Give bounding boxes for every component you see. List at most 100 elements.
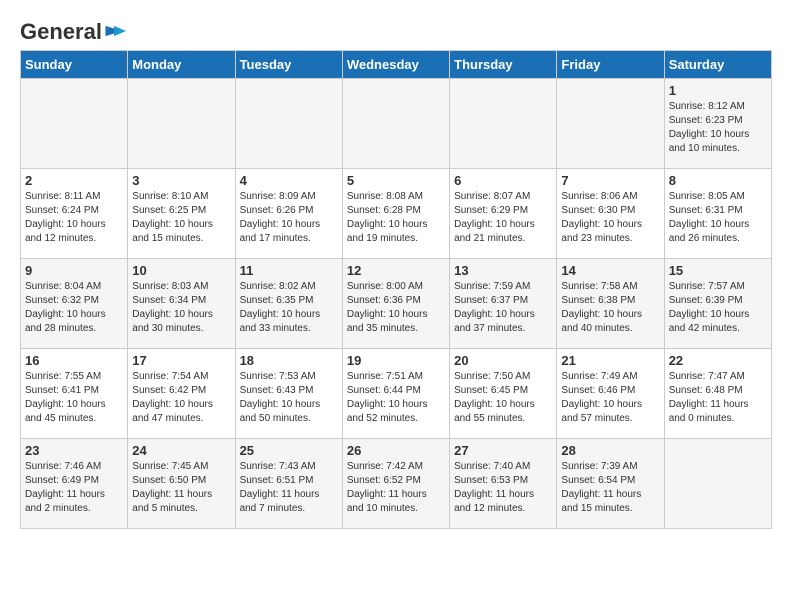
day-info: Sunrise: 7:43 AM Sunset: 6:51 PM Dayligh…	[240, 460, 338, 516]
calendar-week-row: 9 Sunrise: 8:04 AM Sunset: 6:32 PM Daylig…	[21, 259, 772, 349]
day-number: 19	[347, 353, 445, 368]
day-number: 14	[561, 263, 659, 278]
weekday-header: Thursday	[450, 51, 557, 79]
day-number: 11	[240, 263, 338, 278]
day-number: 25	[240, 443, 338, 458]
calendar-day-cell: 27 Sunrise: 7:40 AM Sunset: 6:53 PM Dayli…	[450, 439, 557, 529]
weekday-header: Sunday	[21, 51, 128, 79]
day-number: 23	[25, 443, 123, 458]
day-info: Sunrise: 7:42 AM Sunset: 6:52 PM Dayligh…	[347, 460, 445, 516]
calendar-day-cell: 21 Sunrise: 7:49 AM Sunset: 6:46 PM Dayli…	[557, 349, 664, 439]
calendar-day-cell: 25 Sunrise: 7:43 AM Sunset: 6:51 PM Dayli…	[235, 439, 342, 529]
calendar-day-cell: 8 Sunrise: 8:05 AM Sunset: 6:31 PM Daylig…	[664, 169, 771, 259]
calendar-day-cell: 12 Sunrise: 8:00 AM Sunset: 6:36 PM Dayli…	[342, 259, 449, 349]
calendar-day-cell: 28 Sunrise: 7:39 AM Sunset: 6:54 PM Dayli…	[557, 439, 664, 529]
day-info: Sunrise: 8:09 AM Sunset: 6:26 PM Dayligh…	[240, 190, 338, 246]
calendar-day-cell: 4 Sunrise: 8:09 AM Sunset: 6:26 PM Daylig…	[235, 169, 342, 259]
calendar-day-cell	[235, 79, 342, 169]
page-header: General	[20, 20, 772, 40]
day-info: Sunrise: 7:59 AM Sunset: 6:37 PM Dayligh…	[454, 280, 552, 336]
calendar-day-cell	[21, 79, 128, 169]
calendar-week-row: 23 Sunrise: 7:46 AM Sunset: 6:49 PM Dayli…	[21, 439, 772, 529]
day-number: 10	[132, 263, 230, 278]
day-number: 3	[132, 173, 230, 188]
day-info: Sunrise: 8:11 AM Sunset: 6:24 PM Dayligh…	[25, 190, 123, 246]
calendar-day-cell: 10 Sunrise: 8:03 AM Sunset: 6:34 PM Dayli…	[128, 259, 235, 349]
calendar-day-cell: 3 Sunrise: 8:10 AM Sunset: 6:25 PM Daylig…	[128, 169, 235, 259]
day-number: 15	[669, 263, 767, 278]
calendar-week-row: 16 Sunrise: 7:55 AM Sunset: 6:41 PM Dayli…	[21, 349, 772, 439]
day-number: 8	[669, 173, 767, 188]
calendar-day-cell: 11 Sunrise: 8:02 AM Sunset: 6:35 PM Dayli…	[235, 259, 342, 349]
day-number: 28	[561, 443, 659, 458]
day-info: Sunrise: 8:06 AM Sunset: 6:30 PM Dayligh…	[561, 190, 659, 246]
calendar-day-cell	[342, 79, 449, 169]
day-number: 20	[454, 353, 552, 368]
calendar-day-cell: 20 Sunrise: 7:50 AM Sunset: 6:45 PM Dayli…	[450, 349, 557, 439]
day-info: Sunrise: 7:54 AM Sunset: 6:42 PM Dayligh…	[132, 370, 230, 426]
calendar-day-cell: 14 Sunrise: 7:58 AM Sunset: 6:38 PM Dayli…	[557, 259, 664, 349]
calendar-day-cell: 17 Sunrise: 7:54 AM Sunset: 6:42 PM Dayli…	[128, 349, 235, 439]
logo-text: General	[20, 20, 102, 44]
calendar-day-cell: 16 Sunrise: 7:55 AM Sunset: 6:41 PM Dayli…	[21, 349, 128, 439]
day-info: Sunrise: 8:03 AM Sunset: 6:34 PM Dayligh…	[132, 280, 230, 336]
day-number: 21	[561, 353, 659, 368]
calendar-day-cell: 1 Sunrise: 8:12 AM Sunset: 6:23 PM Daylig…	[664, 79, 771, 169]
calendar-day-cell: 2 Sunrise: 8:11 AM Sunset: 6:24 PM Daylig…	[21, 169, 128, 259]
calendar-day-cell: 19 Sunrise: 7:51 AM Sunset: 6:44 PM Dayli…	[342, 349, 449, 439]
day-info: Sunrise: 7:49 AM Sunset: 6:46 PM Dayligh…	[561, 370, 659, 426]
calendar-week-row: 1 Sunrise: 8:12 AM Sunset: 6:23 PM Daylig…	[21, 79, 772, 169]
day-number: 22	[669, 353, 767, 368]
day-number: 18	[240, 353, 338, 368]
calendar-day-cell	[557, 79, 664, 169]
day-number: 6	[454, 173, 552, 188]
calendar-day-cell	[450, 79, 557, 169]
calendar-day-cell: 23 Sunrise: 7:46 AM Sunset: 6:49 PM Dayli…	[21, 439, 128, 529]
day-info: Sunrise: 7:47 AM Sunset: 6:48 PM Dayligh…	[669, 370, 767, 426]
day-info: Sunrise: 7:53 AM Sunset: 6:43 PM Dayligh…	[240, 370, 338, 426]
day-info: Sunrise: 8:05 AM Sunset: 6:31 PM Dayligh…	[669, 190, 767, 246]
day-info: Sunrise: 8:10 AM Sunset: 6:25 PM Dayligh…	[132, 190, 230, 246]
calendar-day-cell: 18 Sunrise: 7:53 AM Sunset: 6:43 PM Dayli…	[235, 349, 342, 439]
calendar-day-cell: 6 Sunrise: 8:07 AM Sunset: 6:29 PM Daylig…	[450, 169, 557, 259]
day-info: Sunrise: 8:02 AM Sunset: 6:35 PM Dayligh…	[240, 280, 338, 336]
logo: General	[20, 20, 126, 40]
calendar-header: SundayMondayTuesdayWednesdayThursdayFrid…	[21, 51, 772, 79]
day-info: Sunrise: 7:45 AM Sunset: 6:50 PM Dayligh…	[132, 460, 230, 516]
day-number: 2	[25, 173, 123, 188]
day-number: 17	[132, 353, 230, 368]
day-number: 12	[347, 263, 445, 278]
calendar-day-cell: 13 Sunrise: 7:59 AM Sunset: 6:37 PM Dayli…	[450, 259, 557, 349]
calendar-day-cell: 22 Sunrise: 7:47 AM Sunset: 6:48 PM Dayli…	[664, 349, 771, 439]
day-info: Sunrise: 7:51 AM Sunset: 6:44 PM Dayligh…	[347, 370, 445, 426]
weekday-header: Friday	[557, 51, 664, 79]
day-info: Sunrise: 8:04 AM Sunset: 6:32 PM Dayligh…	[25, 280, 123, 336]
day-number: 27	[454, 443, 552, 458]
day-info: Sunrise: 7:58 AM Sunset: 6:38 PM Dayligh…	[561, 280, 659, 336]
weekday-header: Monday	[128, 51, 235, 79]
calendar-week-row: 2 Sunrise: 8:11 AM Sunset: 6:24 PM Daylig…	[21, 169, 772, 259]
calendar-day-cell: 9 Sunrise: 8:04 AM Sunset: 6:32 PM Daylig…	[21, 259, 128, 349]
calendar-day-cell: 15Sunrise: 7:57 AM Sunset: 6:39 PM Dayli…	[664, 259, 771, 349]
calendar-day-cell	[664, 439, 771, 529]
day-number: 4	[240, 173, 338, 188]
day-number: 5	[347, 173, 445, 188]
day-number: 26	[347, 443, 445, 458]
calendar-day-cell: 7Sunrise: 8:06 AM Sunset: 6:30 PM Daylig…	[557, 169, 664, 259]
weekday-header: Saturday	[664, 51, 771, 79]
day-number: 16	[25, 353, 123, 368]
day-info: Sunrise: 8:12 AM Sunset: 6:23 PM Dayligh…	[669, 100, 767, 156]
weekday-header: Wednesday	[342, 51, 449, 79]
day-number: 9	[25, 263, 123, 278]
day-info: Sunrise: 8:00 AM Sunset: 6:36 PM Dayligh…	[347, 280, 445, 336]
day-info: Sunrise: 7:50 AM Sunset: 6:45 PM Dayligh…	[454, 370, 552, 426]
day-number: 1	[669, 83, 767, 98]
calendar-day-cell: 24Sunrise: 7:45 AM Sunset: 6:50 PM Dayli…	[128, 439, 235, 529]
day-info: Sunrise: 7:39 AM Sunset: 6:54 PM Dayligh…	[561, 460, 659, 516]
day-info: Sunrise: 8:07 AM Sunset: 6:29 PM Dayligh…	[454, 190, 552, 246]
day-info: Sunrise: 7:40 AM Sunset: 6:53 PM Dayligh…	[454, 460, 552, 516]
day-info: Sunrise: 7:46 AM Sunset: 6:49 PM Dayligh…	[25, 460, 123, 516]
calendar-day-cell: 26 Sunrise: 7:42 AM Sunset: 6:52 PM Dayli…	[342, 439, 449, 529]
day-info: Sunrise: 7:55 AM Sunset: 6:41 PM Dayligh…	[25, 370, 123, 426]
day-number: 13	[454, 263, 552, 278]
